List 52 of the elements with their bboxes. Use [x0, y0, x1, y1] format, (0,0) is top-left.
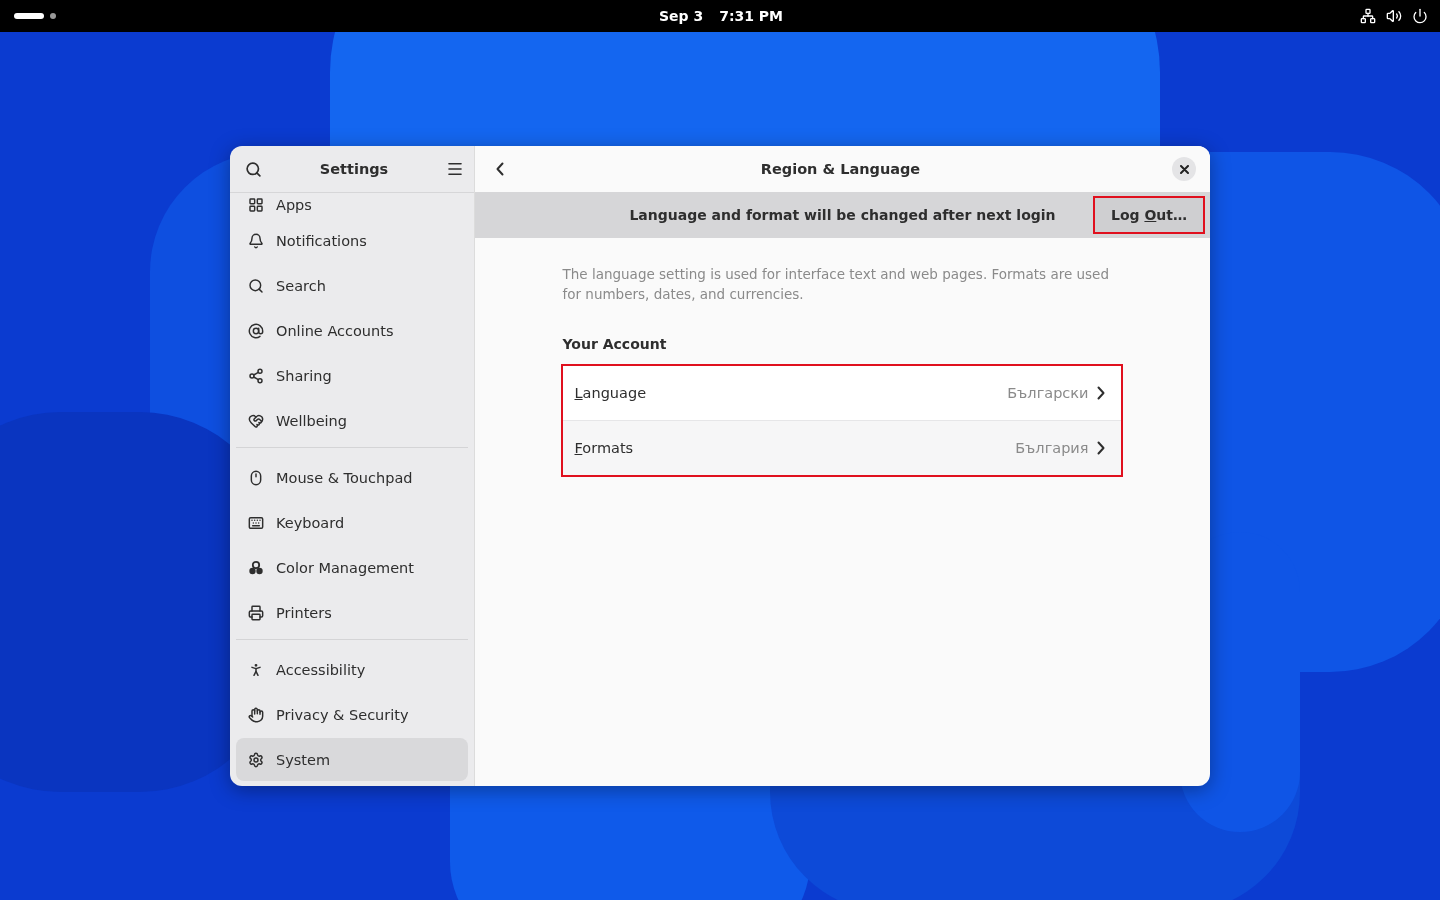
keyboard-icon	[248, 514, 264, 531]
settings-icon	[248, 751, 264, 768]
sidebar-item[interactable]: Apps	[236, 193, 468, 217]
close-icon	[1179, 164, 1189, 174]
row-value: Български	[1007, 385, 1089, 401]
settings-row[interactable]: Language Български	[562, 366, 1121, 420]
printer-icon	[248, 604, 264, 621]
search-button[interactable]	[244, 160, 262, 178]
sidebar-item[interactable]: Printers	[236, 591, 468, 634]
close-button[interactable]	[1172, 157, 1196, 181]
mouse-icon	[248, 469, 264, 486]
row-label: Formats	[574, 440, 634, 456]
settings-row[interactable]: Formats България	[562, 420, 1121, 475]
row-value: България	[1015, 440, 1089, 456]
grid-icon	[248, 197, 264, 213]
sidebar-item[interactable]: Wellbeing	[236, 399, 468, 442]
row-label: Language	[574, 385, 647, 401]
banner-message: Language and format will be changed after next login	[629, 207, 1056, 223]
hand-icon	[248, 706, 264, 723]
sidebar-title: Settings	[319, 161, 389, 177]
share-icon	[248, 367, 264, 384]
sidebar-item[interactable]: Mouse & Touchpad	[236, 456, 468, 499]
sidebar-item[interactable]: Keyboard	[236, 501, 468, 544]
menu-button[interactable]	[446, 160, 464, 178]
person-icon	[248, 661, 264, 678]
heart-person-icon	[248, 412, 264, 429]
volume-icon[interactable]	[1386, 8, 1402, 24]
workspace-indicator[interactable]	[50, 13, 56, 19]
chevron-icon	[1096, 386, 1105, 400]
log-out-button[interactable]: Log Out…	[1093, 196, 1205, 234]
date[interactable]: Sep 3	[658, 8, 704, 24]
circles-icon	[248, 559, 264, 576]
network-icon[interactable]	[1360, 8, 1376, 24]
sidebar-item[interactable]: Accessibility	[236, 648, 468, 691]
sidebar-item[interactable]: Privacy & Security	[236, 693, 468, 736]
back-icon	[496, 162, 504, 176]
at-sign-icon	[248, 322, 264, 339]
clock[interactable]: 7:31 PM	[719, 8, 784, 24]
sidebar-item[interactable]: System	[236, 738, 468, 781]
sidebar-item[interactable]: Sharing	[236, 354, 468, 397]
sidebar-item[interactable]: Search	[236, 264, 468, 307]
search-icon	[248, 277, 264, 294]
description: The language setting is used for interface text and web pages. Formats are used for numbers, dates, and currencies.	[562, 265, 1110, 304]
sidebar-item[interactable]: Color Management	[236, 546, 468, 589]
section-title: Your Account	[562, 336, 668, 352]
window-title: Region & Language	[760, 161, 921, 177]
workspace-indicator[interactable]	[14, 13, 44, 19]
bell-icon	[248, 232, 264, 249]
sidebar-item[interactable]: Notifications	[236, 219, 468, 262]
power-icon[interactable]	[1412, 8, 1428, 24]
chevron-icon	[1096, 441, 1105, 455]
sidebar-item[interactable]: Online Accounts	[236, 309, 468, 352]
